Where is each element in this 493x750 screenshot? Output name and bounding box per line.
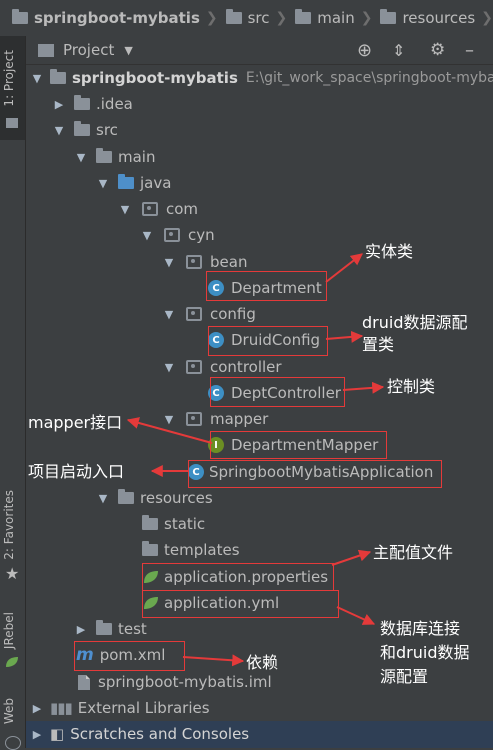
- annotation-druid-line2: 置类: [362, 335, 395, 354]
- arrow-entity: [325, 253, 363, 283]
- annotation-druid-line1: druid数据源配: [362, 313, 468, 332]
- annotation-dependency: 依赖: [246, 653, 279, 672]
- annotation-db-line3: 源配置: [380, 667, 429, 686]
- annotation-startup: 项目启动入口: [28, 462, 125, 481]
- arrow-druid: [325, 330, 364, 343]
- annotation-db-line2: 和druid数据: [380, 643, 470, 662]
- annotation-db-line1: 数据库连接: [380, 619, 461, 638]
- annotation-controller: 控制类: [387, 377, 436, 396]
- arrow-mapper: [126, 417, 213, 444]
- arrow-db: [336, 606, 376, 625]
- arrow-controller: [342, 381, 385, 394]
- arrow-main-config: [331, 549, 372, 566]
- annotation-entity: 实体类: [365, 242, 414, 261]
- annotation-mapper: mapper接口: [28, 413, 123, 432]
- arrow-dependency: [182, 654, 245, 667]
- annotation-main-config: 主配值文件: [373, 543, 454, 562]
